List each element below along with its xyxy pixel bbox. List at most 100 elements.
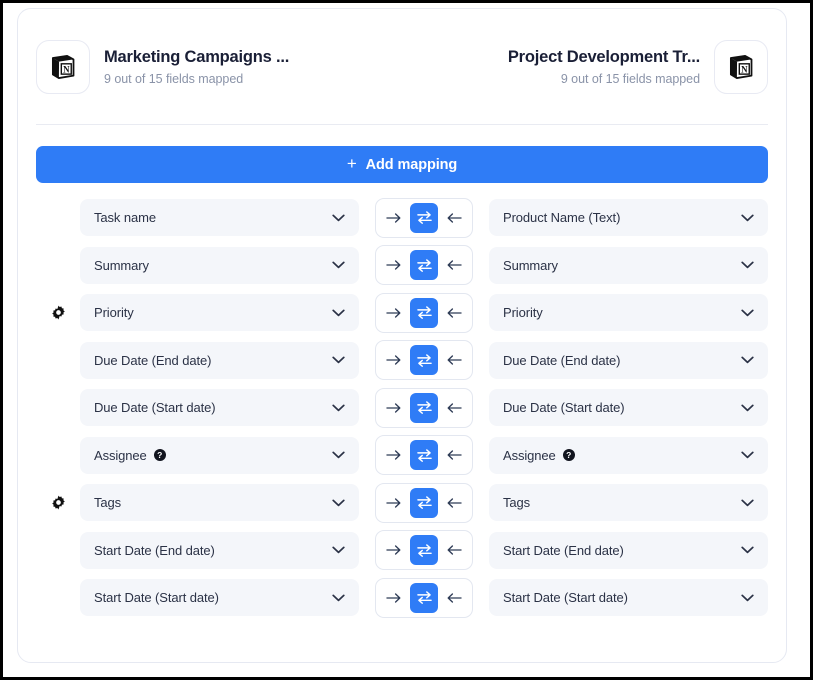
row-settings-button[interactable]	[36, 305, 80, 320]
bidirectional-sync-icon	[416, 543, 433, 558]
direction-bidirectional-button[interactable]	[410, 487, 438, 518]
direction-right-to-left-button[interactable]	[441, 298, 467, 328]
left-field-select[interactable]: Due Date (Start date)	[80, 389, 359, 426]
chevron-down-icon	[735, 356, 754, 364]
direction-toggle-group	[375, 577, 473, 618]
chevron-down-icon	[735, 309, 754, 317]
left-field-label: Start Date (Start date)	[94, 590, 326, 605]
left-field-name: Summary	[94, 257, 149, 273]
chevron-down-icon	[326, 261, 345, 269]
left-field-select[interactable]: Priority	[80, 294, 359, 331]
right-field-label: Start Date (End date)	[503, 543, 735, 558]
right-field-select[interactable]: Start Date (End date)	[489, 531, 768, 569]
direction-bidirectional-button[interactable]	[410, 582, 438, 613]
left-field-select[interactable]: Tags	[80, 484, 359, 521]
chevron-down-icon	[735, 546, 754, 554]
direction-right-to-left-button[interactable]	[441, 393, 467, 423]
left-field-select[interactable]: Due Date (End date)	[80, 341, 359, 379]
right-field-select[interactable]: Due Date (Start date)	[489, 389, 768, 426]
left-field-label: Summary	[94, 258, 326, 273]
gear-icon[interactable]	[51, 305, 66, 320]
chevron-down-icon	[326, 546, 345, 554]
target-app-panel: Project Development Tr... 9 out of 15 fi…	[402, 40, 768, 94]
direction-bidirectional-button[interactable]	[410, 440, 438, 470]
direction-left-to-right-button[interactable]	[381, 488, 407, 518]
source-app-title: Marketing Campaigns ...	[104, 48, 290, 66]
right-field-select[interactable]: Product Name (Text)	[489, 199, 768, 236]
left-field-select[interactable]: Summary	[80, 246, 359, 284]
direction-right-to-left-button[interactable]	[441, 583, 467, 613]
direction-bidirectional-button[interactable]	[410, 535, 438, 565]
right-field-select[interactable]: Summary	[489, 246, 768, 284]
chevron-down-icon	[326, 451, 345, 459]
right-field-select[interactable]: Start Date (Start date)	[489, 579, 768, 616]
mapping-row: Summary Summary	[36, 245, 768, 285]
direction-right-to-left-button[interactable]	[441, 440, 467, 470]
left-field-label: Tags	[94, 495, 326, 510]
direction-toggle-group	[375, 435, 473, 475]
right-field-name: Assignee	[503, 447, 556, 463]
gear-icon[interactable]	[51, 495, 66, 510]
right-field-select[interactable]: Assignee?	[489, 436, 768, 474]
direction-right-to-left-button[interactable]	[441, 250, 467, 280]
arrow-left-icon	[446, 592, 462, 604]
direction-left-to-right-button[interactable]	[381, 535, 407, 565]
mapping-rows: Task name Product Name (Text) Summary Summa…	[18, 183, 786, 618]
mapping-row: Due Date (Start date) Due Date (Start dat…	[36, 387, 768, 428]
chevron-down-icon	[326, 356, 345, 364]
direction-bidirectional-button[interactable]	[410, 250, 438, 280]
direction-bidirectional-button[interactable]	[410, 202, 438, 233]
arrow-left-icon	[446, 497, 462, 509]
left-field-name: Due Date (Start date)	[94, 400, 216, 415]
help-icon[interactable]: ?	[562, 449, 575, 461]
right-field-select[interactable]: Due Date (End date)	[489, 341, 768, 379]
direction-left-to-right-button[interactable]	[381, 583, 407, 613]
direction-left-to-right-button[interactable]	[381, 250, 407, 280]
right-field-select[interactable]: Tags	[489, 484, 768, 521]
arrow-right-icon	[386, 259, 402, 271]
direction-toggle-group	[375, 197, 473, 238]
left-field-name: Task name	[94, 210, 156, 225]
direction-bidirectional-button[interactable]	[410, 297, 438, 328]
right-field-name: Due Date (End date)	[503, 352, 621, 368]
row-settings-button[interactable]	[36, 495, 80, 510]
arrow-right-icon	[386, 497, 402, 509]
add-mapping-button[interactable]: + Add mapping	[36, 146, 768, 183]
left-field-select[interactable]: Start Date (Start date)	[80, 579, 359, 616]
left-field-select[interactable]: Start Date (End date)	[80, 531, 359, 569]
direction-left-to-right-button[interactable]	[381, 393, 407, 423]
right-field-name: Start Date (Start date)	[503, 590, 628, 605]
direction-left-to-right-button[interactable]	[381, 345, 407, 375]
left-field-name: Tags	[94, 495, 122, 510]
help-icon[interactable]: ?	[153, 449, 166, 461]
left-field-name: Start Date (Start date)	[94, 590, 219, 605]
right-field-label: Summary	[503, 258, 735, 273]
left-field-select[interactable]: Assignee?	[80, 436, 359, 474]
svg-text:N: N	[741, 64, 748, 74]
direction-right-to-left-button[interactable]	[441, 203, 467, 233]
right-field-select[interactable]: Priority	[489, 294, 768, 331]
source-app-panel: N Marketing Campaigns ... 9 out of 15 fi…	[36, 40, 402, 94]
direction-right-to-left-button[interactable]	[441, 488, 467, 518]
left-field-select[interactable]: Task name	[80, 199, 359, 236]
left-field-label: Task name	[94, 210, 326, 225]
direction-bidirectional-button[interactable]	[410, 392, 438, 423]
left-field-label: Assignee?	[94, 448, 326, 463]
direction-right-to-left-button[interactable]	[441, 345, 467, 375]
mapping-row: Assignee? Assignee?	[36, 435, 768, 475]
notion-logo-icon: N	[714, 40, 768, 94]
direction-left-to-right-button[interactable]	[381, 203, 407, 233]
direction-left-to-right-button[interactable]	[381, 298, 407, 328]
arrow-left-icon	[446, 259, 462, 271]
direction-left-to-right-button[interactable]	[381, 440, 407, 470]
right-field-label: Priority	[503, 305, 735, 320]
arrow-left-icon	[446, 212, 462, 224]
right-field-name: Summary	[503, 257, 558, 273]
direction-right-to-left-button[interactable]	[441, 535, 467, 565]
right-field-name: Tags	[503, 495, 531, 510]
left-field-label: Priority	[94, 305, 326, 320]
direction-toggle-group	[375, 340, 473, 380]
right-field-label: Due Date (Start date)	[503, 400, 735, 415]
screenshot-viewport: N Marketing Campaigns ... 9 out of 15 fi…	[0, 0, 813, 680]
direction-bidirectional-button[interactable]	[410, 345, 438, 375]
